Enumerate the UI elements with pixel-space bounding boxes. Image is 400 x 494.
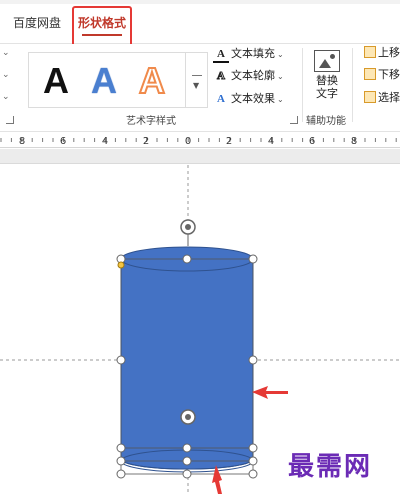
rotate-handle-icon[interactable] bbox=[180, 409, 196, 425]
adjust-handle[interactable] bbox=[117, 261, 125, 269]
bring-forward-label: 上移 bbox=[378, 46, 400, 59]
tab-shape-format[interactable]: 形状格式 bbox=[72, 6, 132, 48]
art-style-gallery: A A A ▼ bbox=[28, 52, 208, 108]
chevron-down-icon: ⌄ bbox=[277, 50, 284, 59]
text-fill-label: 文本填充 bbox=[231, 47, 275, 60]
send-backward-button[interactable]: 下移 bbox=[364, 66, 400, 84]
red-arrow-icon bbox=[212, 465, 222, 494]
tab-shape-format-label: 形状格式 bbox=[77, 16, 126, 30]
previous-group-stub: ⌄ ⌄ ⌄ bbox=[0, 44, 14, 124]
art-style-orange-outline[interactable]: A bbox=[129, 59, 175, 103]
chevron-down-icon[interactable]: ⌄ bbox=[2, 92, 10, 102]
horizontal-ruler[interactable]: 8 6 4 2 0 2 4 6 8 bbox=[0, 132, 400, 148]
ruler-label: 0 bbox=[185, 136, 191, 147]
text-outline-icon: A bbox=[217, 70, 226, 83]
tab-baidu-netdisk[interactable]: 百度网盘 bbox=[13, 10, 61, 36]
text-fill-icon: A bbox=[213, 47, 229, 63]
dialog-launcher-icon[interactable] bbox=[6, 116, 14, 124]
gallery-more-button[interactable]: ▼ bbox=[185, 53, 207, 107]
text-effects-button[interactable]: A 文本效果 ⌄ bbox=[213, 89, 284, 109]
art-style-black[interactable]: A bbox=[33, 59, 79, 103]
watermark-logo: 最需网 bbox=[288, 452, 373, 482]
text-effects-icon: A bbox=[217, 93, 225, 105]
send-backward-label: 下移 bbox=[378, 68, 400, 81]
selection-pane-label: 选择 bbox=[378, 91, 400, 104]
text-outline-label: 文本轮廓 bbox=[231, 69, 275, 82]
ruler-scale: 8 6 4 2 0 2 4 6 8 bbox=[0, 136, 397, 147]
ruler-label: 8 bbox=[351, 136, 357, 147]
ribbon: ⌄ ⌄ ⌄ A A A ▼ A 文本填充 ⌄ A 文本轮廓 ⌄ A 文本效果 ⌄ 艺术字样式… bbox=[0, 44, 400, 132]
accessibility-group-label: 辅助功能 bbox=[306, 116, 346, 127]
red-arrow-icon bbox=[252, 386, 288, 399]
drawing-surface bbox=[0, 165, 400, 494]
chevron-down-icon[interactable]: ⌄ bbox=[2, 48, 10, 58]
text-outline-button[interactable]: A 文本轮廓 ⌄ bbox=[213, 66, 284, 86]
art-styles-group-label: 艺术字样式 bbox=[126, 116, 176, 127]
selection-pane-icon bbox=[364, 91, 376, 103]
text-effects-label: 文本效果 bbox=[231, 92, 275, 105]
replace-text-label-2: 文字 bbox=[316, 87, 338, 100]
group-divider bbox=[352, 48, 353, 122]
image-icon bbox=[314, 50, 340, 72]
active-tab-underline bbox=[82, 34, 122, 36]
ruler-label: 8 bbox=[19, 136, 25, 147]
replace-text-label-1: 替换 bbox=[316, 74, 338, 87]
replace-text-button[interactable]: 替换 文字 bbox=[306, 48, 348, 104]
ruler-label: 6 bbox=[60, 136, 66, 147]
chevron-down-icon[interactable]: ⌄ bbox=[2, 70, 10, 80]
bring-forward-icon bbox=[364, 46, 376, 58]
ribbon-tab-bar: 百度网盘 形状格式 bbox=[0, 0, 400, 48]
chevron-down-icon: ⌄ bbox=[277, 72, 284, 81]
document-canvas[interactable] bbox=[0, 165, 400, 494]
ruler-label: 6 bbox=[309, 136, 315, 147]
ruler-label: 2 bbox=[226, 136, 232, 147]
send-backward-icon bbox=[364, 68, 376, 80]
group-divider bbox=[302, 48, 303, 122]
dialog-launcher-icon[interactable] bbox=[290, 116, 298, 124]
cylinder-shape[interactable] bbox=[120, 246, 254, 470]
bring-forward-button[interactable]: 上移 bbox=[364, 44, 400, 62]
chevron-down-icon: ▼ bbox=[193, 81, 200, 90]
ruler-label: 2 bbox=[143, 136, 149, 147]
text-fill-button[interactable]: A 文本填充 ⌄ bbox=[213, 44, 284, 64]
chevron-down-icon: ⌄ bbox=[277, 95, 284, 104]
title-strip bbox=[0, 0, 400, 4]
art-style-blue[interactable]: A bbox=[81, 59, 127, 103]
selection-pane-button[interactable]: 选择 bbox=[364, 89, 400, 107]
ruler-label: 4 bbox=[102, 136, 108, 147]
rotate-handle-icon[interactable] bbox=[180, 219, 196, 246]
ruler-label: 4 bbox=[268, 136, 274, 147]
document-margin-band bbox=[0, 149, 400, 164]
